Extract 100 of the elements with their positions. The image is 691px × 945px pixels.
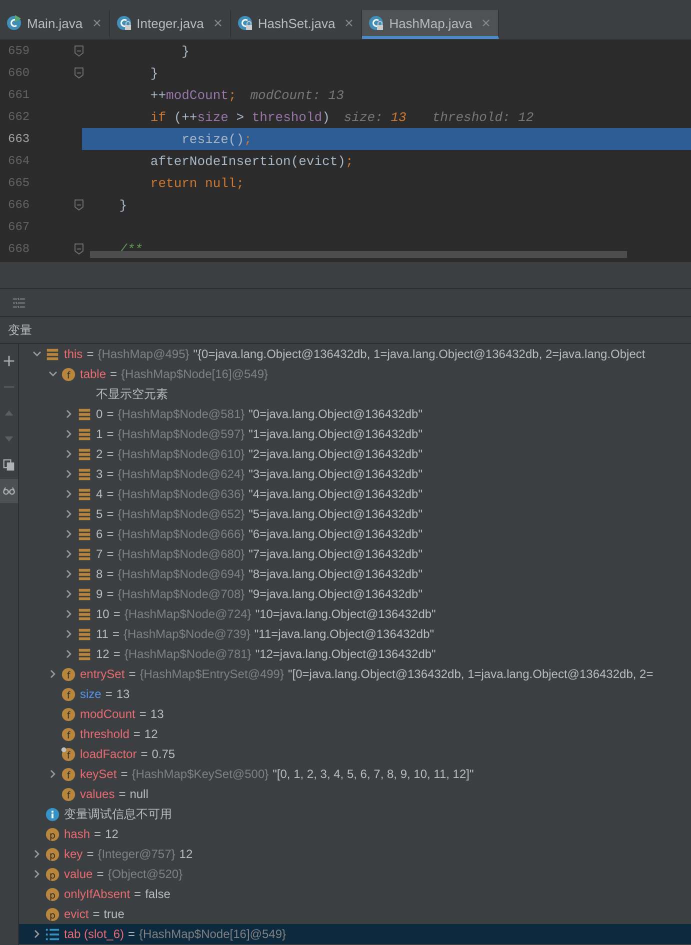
equals-sign: = (120, 767, 128, 781)
fold-marker-icon[interactable] (74, 199, 84, 211)
horizontal-scrollbar[interactable] (90, 251, 627, 258)
equals-sign: = (86, 347, 94, 361)
variable-value: true (104, 907, 124, 921)
expand-chevron-icon[interactable] (64, 429, 74, 439)
stacked-bars-icon (77, 526, 92, 542)
variable-name: hash (64, 827, 90, 841)
expand-chevron-icon[interactable] (32, 929, 42, 939)
stacked-bars-icon (77, 426, 92, 442)
expand-chevron-icon[interactable] (64, 509, 74, 519)
stacked-bars-icon (77, 626, 92, 642)
variable-value: "[0=java.lang.Object@136432db, 1=java.lang.Object@136432db, 2= (288, 667, 654, 681)
expand-chevron-icon[interactable] (64, 589, 74, 599)
fold-marker-icon[interactable] (74, 243, 84, 255)
variable-type: {HashMap$Node@597} (118, 427, 245, 441)
equals-sign: = (106, 547, 114, 561)
equals-sign: = (134, 887, 142, 901)
variable-value: "10=java.lang.Object@136432db" (255, 607, 436, 621)
line-number: 659 (7, 44, 31, 58)
equals-sign: = (106, 467, 114, 481)
variable-value: "12=java.lang.Object@136432db" (255, 647, 436, 661)
watch-button[interactable] (0, 479, 18, 503)
expand-chevron-icon[interactable] (48, 769, 58, 779)
equals-sign: = (110, 367, 118, 381)
expand-chevron-icon[interactable] (64, 549, 74, 559)
collapse-chevron-icon[interactable] (48, 369, 58, 379)
fold-marker-icon[interactable] (74, 45, 84, 57)
file-tab[interactable]: Main.java (0, 10, 110, 39)
equals-sign: = (105, 687, 112, 701)
equals-sign: = (128, 927, 136, 941)
collapse-chevron-icon[interactable] (32, 349, 42, 359)
variable-value: "7=java.lang.Object@136432db" (248, 547, 422, 561)
variable-name: 11 (96, 627, 108, 641)
stacked-bars-icon (77, 586, 92, 602)
expand-chevron-icon[interactable] (64, 449, 74, 459)
parameter-icon: p (45, 906, 60, 922)
expand-chevron-icon[interactable] (64, 409, 74, 419)
expand-chevron-icon[interactable] (48, 669, 58, 679)
close-icon[interactable] (481, 18, 492, 28)
stacked-bars-icon (77, 466, 92, 482)
variable-type: {HashMap$Node@652} (118, 507, 245, 521)
expand-chevron-icon[interactable] (64, 629, 74, 639)
file-tab[interactable]: HashMap.java (362, 10, 500, 39)
expand-chevron-icon[interactable] (64, 529, 74, 539)
equals-sign: = (106, 567, 114, 581)
variable-type: {HashMap$KeySet@500} (132, 767, 269, 781)
variable-value: "9=java.lang.Object@136432db" (248, 587, 422, 601)
expand-chevron-icon[interactable] (64, 489, 74, 499)
equals-sign: = (86, 847, 94, 861)
variable-type: {Object@520} (108, 867, 183, 881)
equals-sign: = (106, 487, 114, 501)
close-icon[interactable] (344, 18, 354, 28)
close-icon[interactable] (92, 18, 102, 28)
parameter-icon: p (45, 826, 60, 842)
array-list-icon (45, 926, 60, 942)
variable-type: {HashMap$Node@680} (118, 547, 245, 561)
stacked-bars-icon (77, 606, 92, 622)
variable-name: 1 (96, 427, 103, 441)
variable-value: 12 (179, 847, 193, 861)
plus-icon (3, 355, 15, 367)
parameter-icon: p (45, 846, 60, 862)
runnable-class-icon (6, 15, 22, 31)
equals-sign: = (106, 507, 114, 521)
message-text: 不显示空元素 (96, 386, 168, 402)
variable-value: 0.75 (152, 747, 176, 761)
field-icon: f (61, 366, 76, 382)
variable-name: values (80, 787, 115, 801)
variable-type: {HashMap$Node@694} (118, 567, 245, 581)
code-line: if (++size > threshold) size: 13 threshold: 12 (149, 110, 534, 124)
expand-chevron-icon[interactable] (64, 609, 74, 619)
expand-chevron-icon[interactable] (64, 569, 74, 579)
layout-settings-icon[interactable] (12, 296, 26, 308)
variable-name: keySet (80, 767, 117, 781)
variable-name: 4 (96, 487, 103, 501)
locked-class-icon (116, 15, 132, 31)
variable-name: entrySet (80, 667, 125, 681)
expand-chevron-icon[interactable] (32, 849, 42, 859)
equals-sign: = (96, 867, 104, 881)
file-tab[interactable]: Integer.java (110, 10, 231, 39)
code-line: afterNodeInsertion(evict); (149, 154, 354, 168)
expand-chevron-icon[interactable] (32, 869, 42, 879)
variable-type: {HashMap$Node@581} (118, 407, 245, 421)
variable-value: "5=java.lang.Object@136432db" (248, 507, 422, 521)
variable-name: 3 (96, 467, 103, 481)
variable-type: {HashMap$Node@610} (118, 447, 245, 461)
variable-type: {HashMap$Node@636} (118, 487, 245, 501)
equals-sign: = (92, 907, 100, 921)
variable-type: {HashMap$Node@624} (118, 467, 245, 481)
expand-chevron-icon[interactable] (64, 649, 74, 659)
variable-value: false (145, 887, 170, 901)
field-icon: f (61, 706, 76, 722)
code-line: return null; (149, 176, 244, 190)
code-line: ++modCount; modCount: 13 (149, 88, 344, 102)
close-icon[interactable] (212, 18, 223, 28)
variable-type: {HashMap$Node@666} (118, 527, 245, 541)
expand-chevron-icon[interactable] (64, 469, 74, 479)
variable-value: 12 (144, 727, 158, 741)
message-text: 变量调试信息不可用 (64, 806, 172, 822)
fold-marker-icon[interactable] (74, 67, 84, 79)
